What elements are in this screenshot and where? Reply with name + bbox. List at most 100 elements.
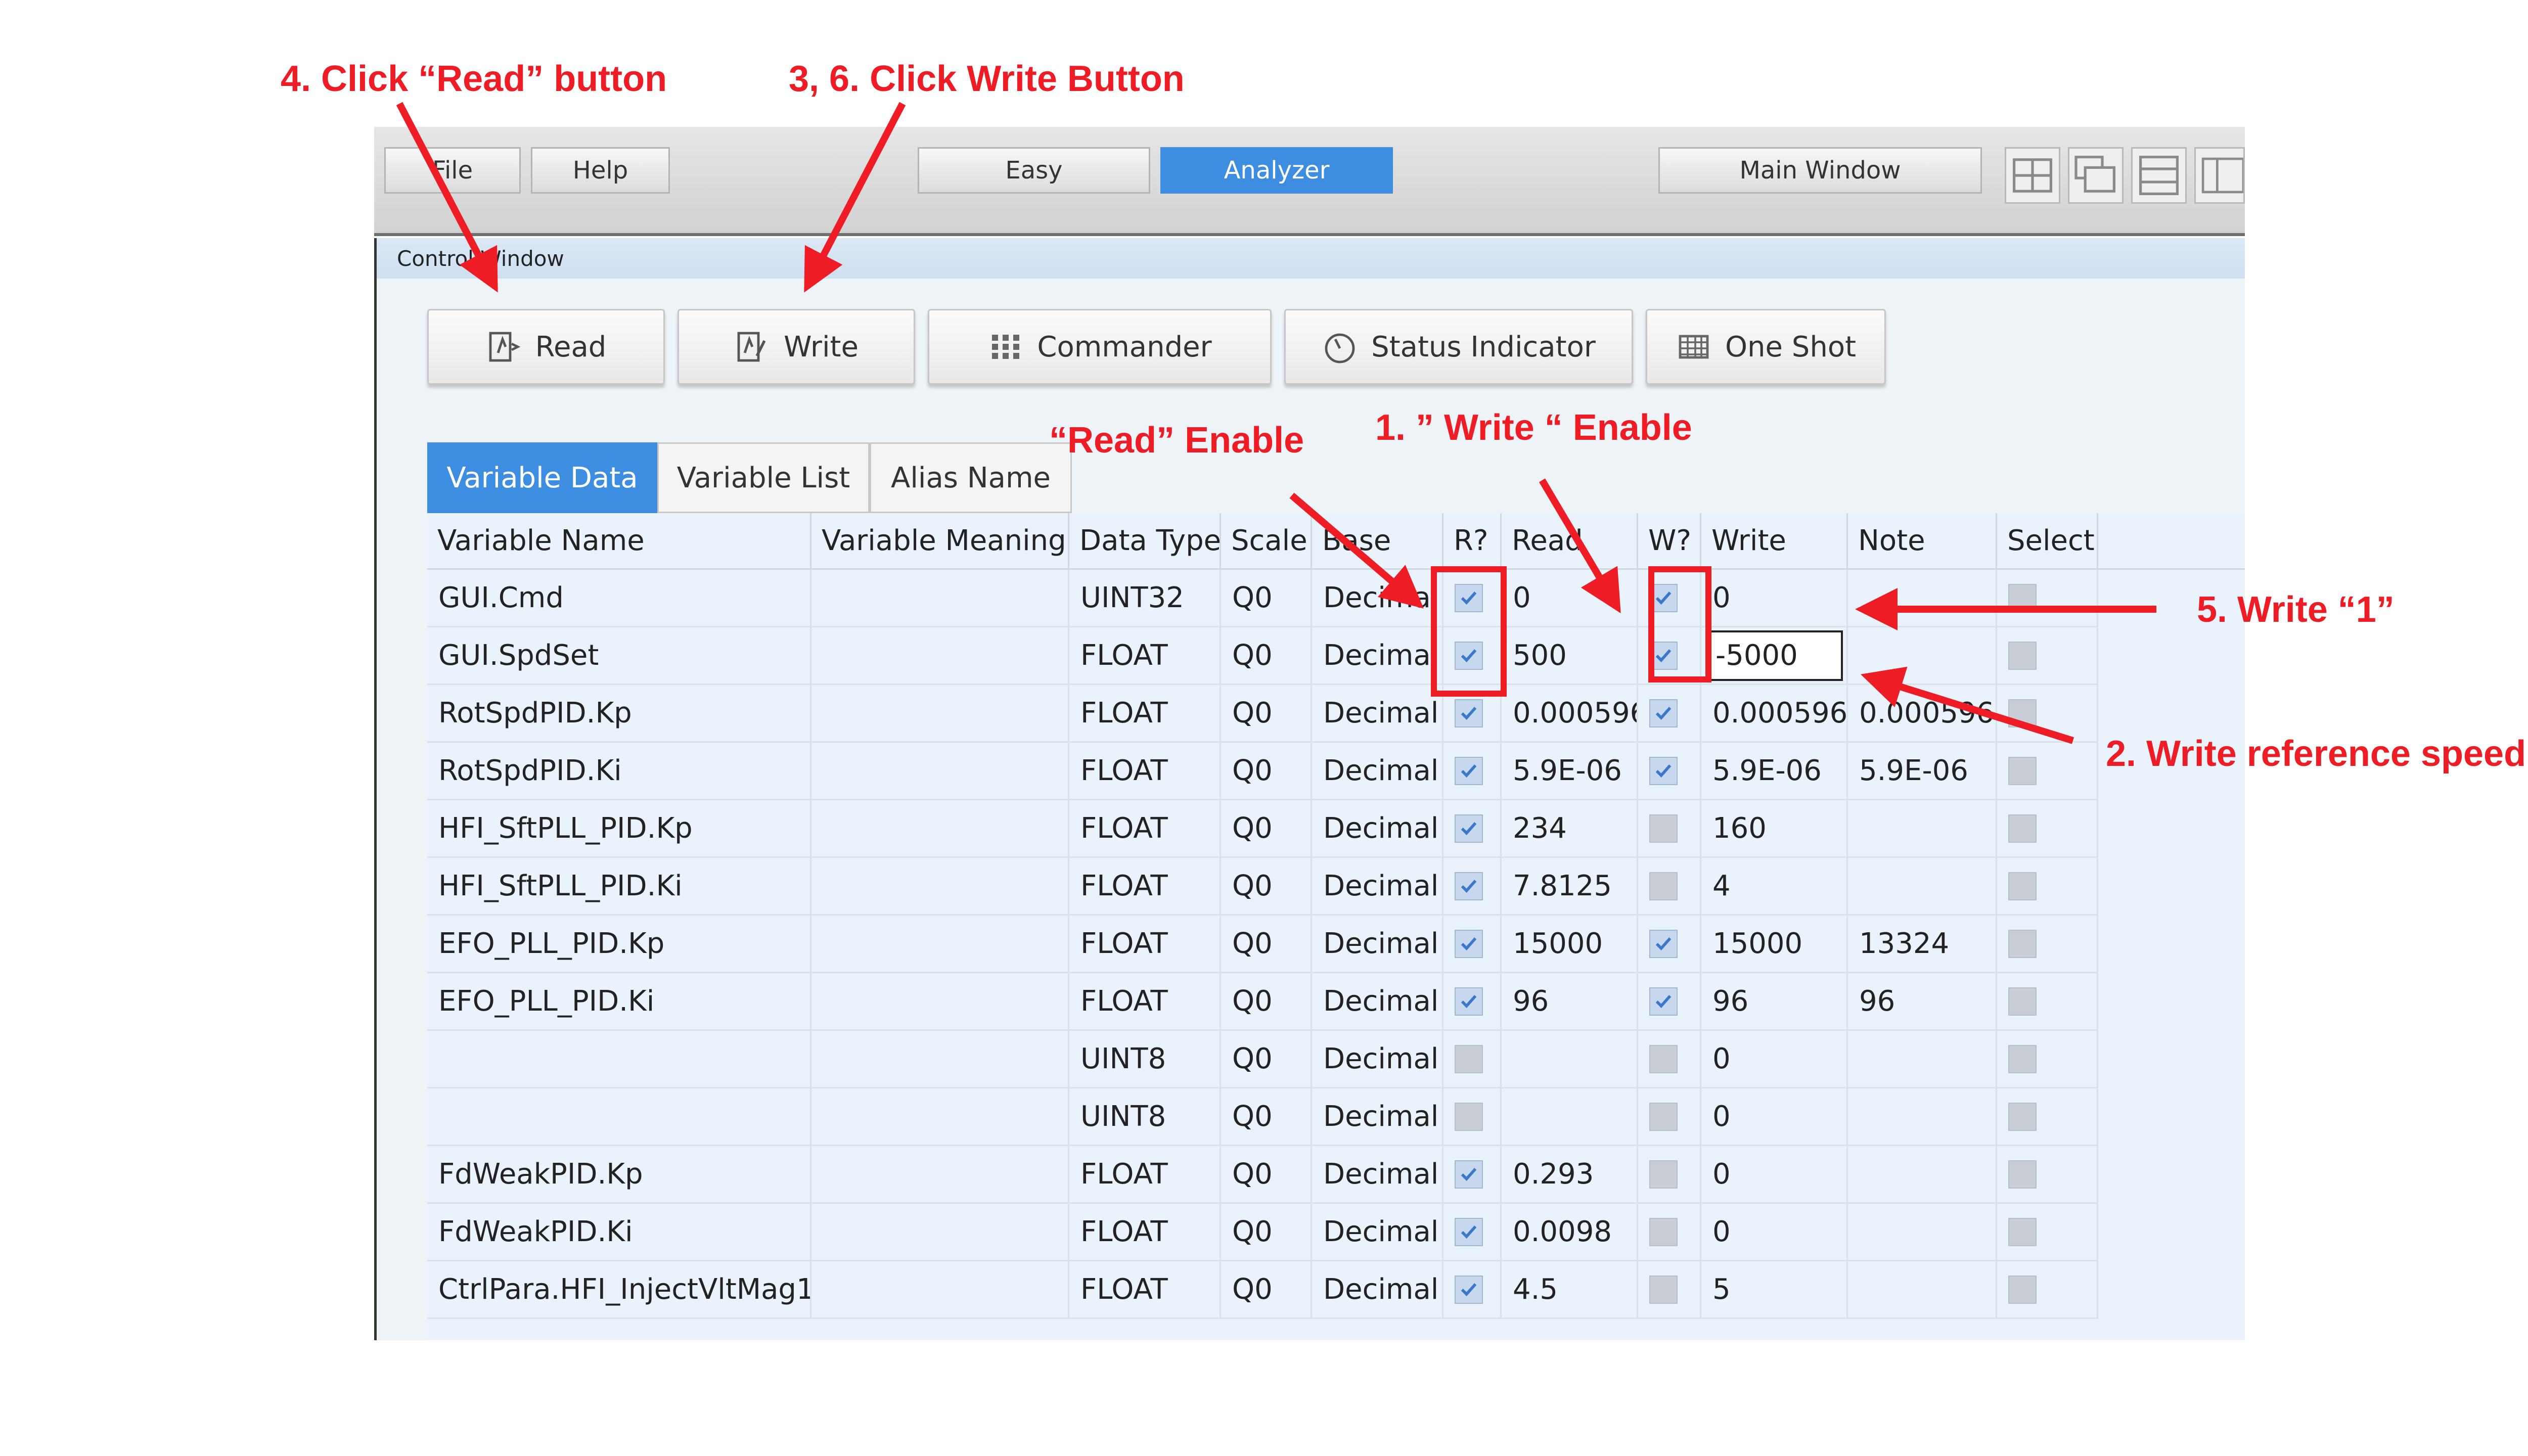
select-checkbox[interactable] — [2008, 699, 2037, 727]
read-enable-checkbox[interactable] — [1455, 756, 1483, 785]
cell-write[interactable]: 0.000596 — [1701, 685, 1848, 743]
cell-w-checkbox[interactable] — [1638, 858, 1701, 916]
read-enable-checkbox[interactable] — [1455, 1044, 1483, 1073]
column-header-w[interactable]: W? — [1638, 513, 1701, 570]
easy-mode-button[interactable]: Easy — [918, 147, 1150, 194]
cell-select-checkbox[interactable] — [1997, 1204, 2098, 1261]
cell-r-checkbox[interactable] — [1443, 973, 1502, 1031]
read-button[interactable]: Read — [427, 309, 665, 385]
layout-grid-icon[interactable] — [2005, 147, 2060, 204]
select-checkbox[interactable] — [2008, 1275, 2037, 1304]
write-enable-checkbox[interactable] — [1649, 1275, 1678, 1304]
status-indicator-button[interactable]: Status Indicator — [1284, 309, 1633, 385]
cell-write[interactable]: 160 — [1701, 800, 1848, 858]
select-checkbox[interactable] — [2008, 756, 2037, 785]
select-checkbox[interactable] — [2008, 1217, 2037, 1246]
cell-w-checkbox[interactable] — [1638, 570, 1701, 627]
cell-r-checkbox[interactable] — [1443, 916, 1502, 973]
write-enable-checkbox[interactable] — [1649, 1160, 1678, 1189]
cell-write[interactable]: 96 — [1701, 973, 1848, 1031]
table-row[interactable]: RotSpdPID.Ki FLOAT Q0 Decimal 5.9E-06 5.9E-06… — [427, 743, 2245, 800]
cell-select-checkbox[interactable] — [1997, 1031, 2098, 1088]
read-enable-checkbox[interactable] — [1455, 814, 1483, 843]
table-row[interactable]: GUI.SpdSet FLOAT Q0 Decimal 500 -5000 — [427, 627, 2245, 685]
write-enable-checkbox[interactable] — [1649, 699, 1678, 727]
cell-w-checkbox[interactable] — [1638, 685, 1701, 743]
cell-r-checkbox[interactable] — [1443, 800, 1502, 858]
select-checkbox[interactable] — [2008, 1102, 2037, 1131]
read-enable-checkbox[interactable] — [1455, 1275, 1483, 1304]
read-enable-checkbox[interactable] — [1455, 1102, 1483, 1131]
cell-w-checkbox[interactable] — [1638, 1088, 1701, 1146]
file-menu-button[interactable]: File — [384, 147, 521, 194]
analyzer-mode-button[interactable]: Analyzer — [1160, 147, 1393, 194]
cell-select-checkbox[interactable] — [1997, 800, 2098, 858]
cell-w-checkbox[interactable] — [1638, 1204, 1701, 1261]
column-header-note[interactable]: Note — [1848, 513, 1997, 570]
select-checkbox[interactable] — [2008, 872, 2037, 900]
table-row[interactable]: FdWeakPID.Kp FLOAT Q0 Decimal 0.293 0 — [427, 1146, 2245, 1204]
column-header-write[interactable]: Write — [1701, 513, 1848, 570]
tab-variable-list[interactable]: Variable List — [657, 442, 870, 513]
select-checkbox[interactable] — [2008, 987, 2037, 1016]
table-row[interactable]: EFO_PLL_PID.Kp FLOAT Q0 Decimal 15000 15000 13… — [427, 916, 2245, 973]
cell-write[interactable]: 0 — [1701, 1146, 1848, 1204]
cell-r-checkbox[interactable] — [1443, 1088, 1502, 1146]
layout-columns-icon[interactable] — [2194, 147, 2245, 204]
table-row[interactable]: UINT8 Q0 Decimal 0 — [427, 1031, 2245, 1088]
select-checkbox[interactable] — [2008, 1044, 2037, 1073]
cell-w-checkbox[interactable] — [1638, 973, 1701, 1031]
cell-write[interactable]: 0 — [1701, 1088, 1848, 1146]
write-enable-checkbox[interactable] — [1649, 641, 1678, 670]
cell-r-checkbox[interactable] — [1443, 1204, 1502, 1261]
cell-select-checkbox[interactable] — [1997, 743, 2098, 800]
write-enable-checkbox[interactable] — [1649, 1102, 1678, 1131]
commander-button[interactable]: Commander — [928, 309, 1272, 385]
cell-write[interactable]: 0 — [1701, 570, 1848, 627]
cell-write[interactable]: 5.9E-06 — [1701, 743, 1848, 800]
select-checkbox[interactable] — [2008, 929, 2037, 958]
cell-w-checkbox[interactable] — [1638, 743, 1701, 800]
cell-select-checkbox[interactable] — [1997, 1261, 2098, 1319]
cell-w-checkbox[interactable] — [1638, 1031, 1701, 1088]
one-shot-button[interactable]: One Shot — [1646, 309, 1886, 385]
table-row[interactable]: HFI_SftPLL_PID.Kp FLOAT Q0 Decimal 234 160 — [427, 800, 2245, 858]
cell-write[interactable]: 15000 — [1701, 916, 1848, 973]
column-header-name[interactable]: Variable Name — [427, 513, 811, 570]
cell-select-checkbox[interactable] — [1997, 627, 2098, 685]
column-header-base[interactable]: Base — [1312, 513, 1443, 570]
column-header-select[interactable]: Select — [1997, 513, 2098, 570]
write-enable-checkbox[interactable] — [1649, 1044, 1678, 1073]
table-row[interactable]: RotSpdPID.Kp FLOAT Q0 Decimal 0.000596 0.0005… — [427, 685, 2245, 743]
write-enable-checkbox[interactable] — [1649, 872, 1678, 900]
cell-select-checkbox[interactable] — [1997, 916, 2098, 973]
cell-r-checkbox[interactable] — [1443, 570, 1502, 627]
table-row[interactable]: UINT8 Q0 Decimal 0 — [427, 1088, 2245, 1146]
write-button[interactable]: Write — [678, 309, 915, 385]
table-row[interactable]: GUI.Cmd UINT32 Q0 Decimal 0 0 — [427, 570, 2245, 627]
read-enable-checkbox[interactable] — [1455, 583, 1483, 612]
read-enable-checkbox[interactable] — [1455, 1160, 1483, 1189]
cell-r-checkbox[interactable] — [1443, 858, 1502, 916]
table-row[interactable]: FdWeakPID.Ki FLOAT Q0 Decimal 0.0098 0 — [427, 1204, 2245, 1261]
select-checkbox[interactable] — [2008, 583, 2037, 612]
column-header-read[interactable]: Read — [1502, 513, 1638, 570]
cell-w-checkbox[interactable] — [1638, 916, 1701, 973]
read-enable-checkbox[interactable] — [1455, 987, 1483, 1016]
cell-write[interactable]: 0 — [1701, 1031, 1848, 1088]
read-enable-checkbox[interactable] — [1455, 641, 1483, 670]
cell-w-checkbox[interactable] — [1638, 627, 1701, 685]
cell-select-checkbox[interactable] — [1997, 1146, 2098, 1204]
cell-w-checkbox[interactable] — [1638, 1261, 1701, 1319]
column-header-r[interactable]: R? — [1443, 513, 1502, 570]
tab-alias-name[interactable]: Alias Name — [870, 442, 1072, 513]
cell-write[interactable]: -5000 — [1701, 627, 1848, 685]
layout-stack-icon[interactable] — [2131, 147, 2187, 204]
column-header-scale[interactable]: Scale — [1221, 513, 1312, 570]
write-enable-checkbox[interactable] — [1649, 1217, 1678, 1246]
cell-r-checkbox[interactable] — [1443, 627, 1502, 685]
table-row[interactable]: CtrlPara.HFI_InjectVltMag1 FLOAT Q0 Decimal… — [427, 1261, 2245, 1319]
table-row[interactable]: EFO_PLL_PID.Ki FLOAT Q0 Decimal 96 96 96 — [427, 973, 2245, 1031]
help-menu-button[interactable]: Help — [531, 147, 670, 194]
cell-r-checkbox[interactable] — [1443, 1031, 1502, 1088]
